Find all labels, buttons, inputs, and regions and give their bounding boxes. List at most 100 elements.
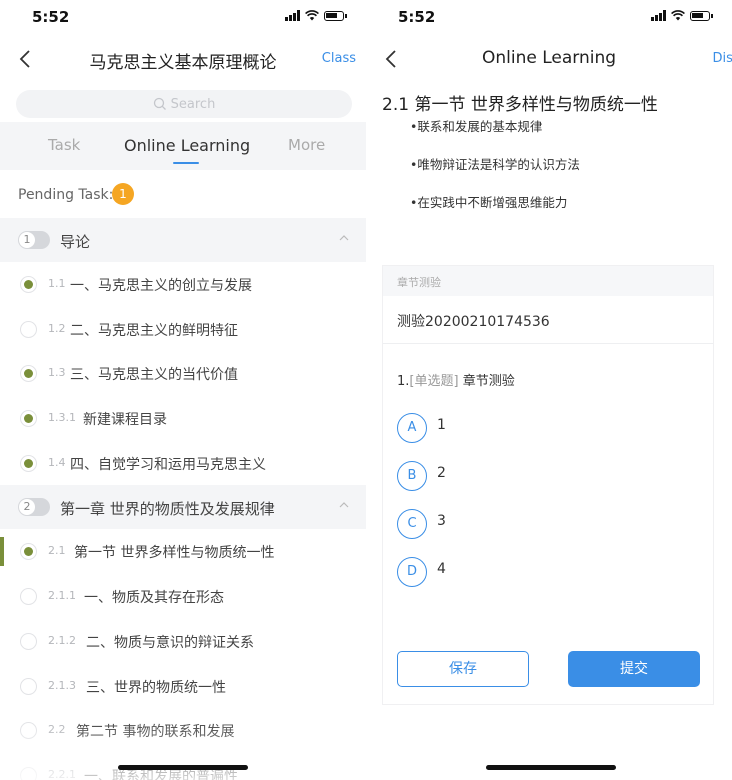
list-item[interactable]: 1.2 二、马克思主义的鲜明特征: [0, 307, 366, 352]
list-item[interactable]: 1.1 一、马克思主义的创立与发展: [0, 262, 366, 307]
list-item[interactable]: 2.1.1 一、物质及其存在形态: [0, 574, 366, 619]
item-index: 2.1.1: [48, 589, 76, 603]
page-title: Online Learning: [481, 48, 617, 68]
chevron-up-icon[interactable]: [338, 499, 350, 511]
wifi-icon: [671, 10, 685, 21]
course-screen: 5:52 马克思主义基本原理概论 Class Search Task Onlin…: [0, 0, 366, 780]
list-item[interactable]: 2.1.3 三、世界的物质统一性: [0, 664, 366, 709]
option-value: 4: [437, 561, 446, 577]
submit-button[interactable]: 提交: [568, 651, 700, 687]
item-title: 第二节 事物的联系和发展: [76, 724, 235, 741]
tab-task[interactable]: Task: [48, 136, 80, 154]
item-title: 一、物质及其存在形态: [84, 590, 224, 607]
progress-dot: [20, 365, 37, 383]
item-index: 1.3.1: [48, 411, 76, 425]
nav-bar: Online Learning Disc: [366, 36, 732, 84]
bullet-item: •在实践中不断增强思维能力: [410, 195, 568, 210]
item-index: 2.2.1: [48, 767, 76, 780]
question-type: [单选题]: [409, 374, 459, 389]
chapter-header[interactable]: 1 导论: [0, 218, 366, 262]
chapter-list: 1 导论 1.1 一、马克思主义的创立与发展 1.2 二、马克思主义的鲜明特征 1.…: [0, 218, 366, 780]
quiz-header: 章节测验: [383, 266, 713, 296]
pending-task-label: Pending Task:: [18, 187, 114, 203]
tab-online-learning[interactable]: Online Learning: [124, 136, 250, 155]
item-title: 四、自觉学习和运用马克思主义: [70, 456, 266, 473]
status-icons: [285, 10, 347, 21]
battery-icon: [690, 10, 713, 21]
signal-icon: [285, 10, 300, 21]
battery-icon: [324, 10, 347, 21]
home-indicator[interactable]: [486, 765, 616, 770]
item-title: 第一节 世界多样性与物质统一性: [74, 545, 275, 562]
search-placeholder: Search: [170, 96, 216, 112]
bullet-item: •联系和发展的基本规律: [410, 119, 543, 134]
option-letter[interactable]: D: [397, 557, 427, 587]
question-number: 1.: [397, 374, 410, 389]
item-index: 1.3: [48, 366, 66, 380]
progress-dot: [20, 722, 37, 740]
active-tab-indicator: [173, 162, 199, 164]
status-icons: [651, 10, 713, 21]
item-title: 三、马克思主义的当代价值: [70, 367, 238, 384]
chapter-header[interactable]: 2 第一章 世界的物质性及发展规律: [0, 485, 366, 530]
progress-dot: [20, 410, 37, 428]
item-title: 二、物质与意识的辩证关系: [86, 634, 254, 651]
status-time: 5:52: [398, 8, 436, 26]
option-d[interactable]: D4: [397, 543, 713, 591]
item-index: 2.1.3: [48, 678, 76, 692]
tab-bar: Task Online Learning More: [0, 122, 366, 170]
bullet-item: •唯物辩证法是科学的认识方法: [410, 157, 580, 172]
item-index: 2.1: [48, 544, 66, 558]
search-input[interactable]: Search: [16, 90, 352, 118]
home-indicator[interactable]: [118, 765, 248, 770]
item-title: 新建课程目录: [83, 412, 167, 429]
list-item-selected[interactable]: 2.1 第一节 世界多样性与物质统一性: [0, 529, 366, 574]
nav-bar: 马克思主义基本原理概论 Class: [0, 36, 366, 84]
answer-options: A1 B2 C3 D4: [383, 399, 713, 591]
item-index: 1.1: [48, 277, 66, 290]
progress-dot: [20, 588, 37, 606]
option-letter[interactable]: B: [397, 461, 427, 491]
list-item[interactable]: 1.4 四、自觉学习和运用马克思主义: [0, 441, 366, 486]
save-button[interactable]: 保存: [397, 651, 529, 687]
item-title: 二、马克思主义的鲜明特征: [70, 322, 238, 339]
option-c[interactable]: C3: [397, 495, 713, 543]
progress-dot: [20, 276, 37, 293]
item-title: 一、马克思主义的创立与发展: [70, 278, 252, 294]
progress-dot: [20, 766, 37, 780]
list-item[interactable]: 1.3.1 新建课程目录: [0, 396, 366, 441]
progress-dot: [20, 454, 37, 472]
status-bar: 5:52: [0, 0, 366, 36]
item-index: 2.1.2: [48, 633, 76, 647]
option-value: 3: [437, 513, 446, 529]
status-time: 5:52: [32, 8, 70, 26]
question-text: 章节测验: [458, 374, 515, 389]
option-b[interactable]: B2: [397, 447, 713, 495]
pending-task-badge: 1: [112, 183, 134, 205]
chevron-up-icon[interactable]: [338, 232, 350, 244]
quiz-name[interactable]: 测验20200210174536: [383, 296, 713, 344]
discuss-link[interactable]: Disc: [712, 51, 732, 66]
list-item[interactable]: 1.3 三、马克思主义的当代价值: [0, 351, 366, 396]
item-index: 2.2: [48, 723, 66, 737]
item-index: 1.2: [48, 321, 66, 335]
option-value: 2: [437, 465, 446, 481]
list-item[interactable]: 2.1.2 二、物质与意识的辩证关系: [0, 619, 366, 664]
course-title: 马克思主义基本原理概论: [89, 53, 277, 73]
item-title: 三、世界的物质统一性: [86, 679, 226, 696]
class-link[interactable]: Class: [322, 51, 356, 66]
section-title: 2.1 第一节 世界多样性与物质统一性: [382, 95, 658, 115]
list-item[interactable]: 2.2 第二节 事物的联系和发展: [0, 708, 366, 753]
option-letter[interactable]: A: [397, 413, 427, 443]
tab-more[interactable]: More: [288, 136, 325, 154]
option-value: 1: [437, 417, 446, 433]
lesson-bullets: •联系和发展的基本规律 •唯物辩证法是科学的认识方法 •在实践中不断增强思维能力: [410, 119, 732, 233]
option-a[interactable]: A1: [397, 399, 713, 447]
option-letter[interactable]: C: [397, 509, 427, 539]
progress-dot: [20, 632, 37, 650]
progress-dot: [20, 320, 37, 338]
pending-task-row[interactable]: Pending Task: 1: [0, 170, 366, 218]
question-title: 1.[单选题] 章节测验: [383, 370, 713, 389]
chapter-title: 第一章 世界的物质性及发展规律: [60, 500, 275, 519]
search-icon: [153, 97, 166, 110]
